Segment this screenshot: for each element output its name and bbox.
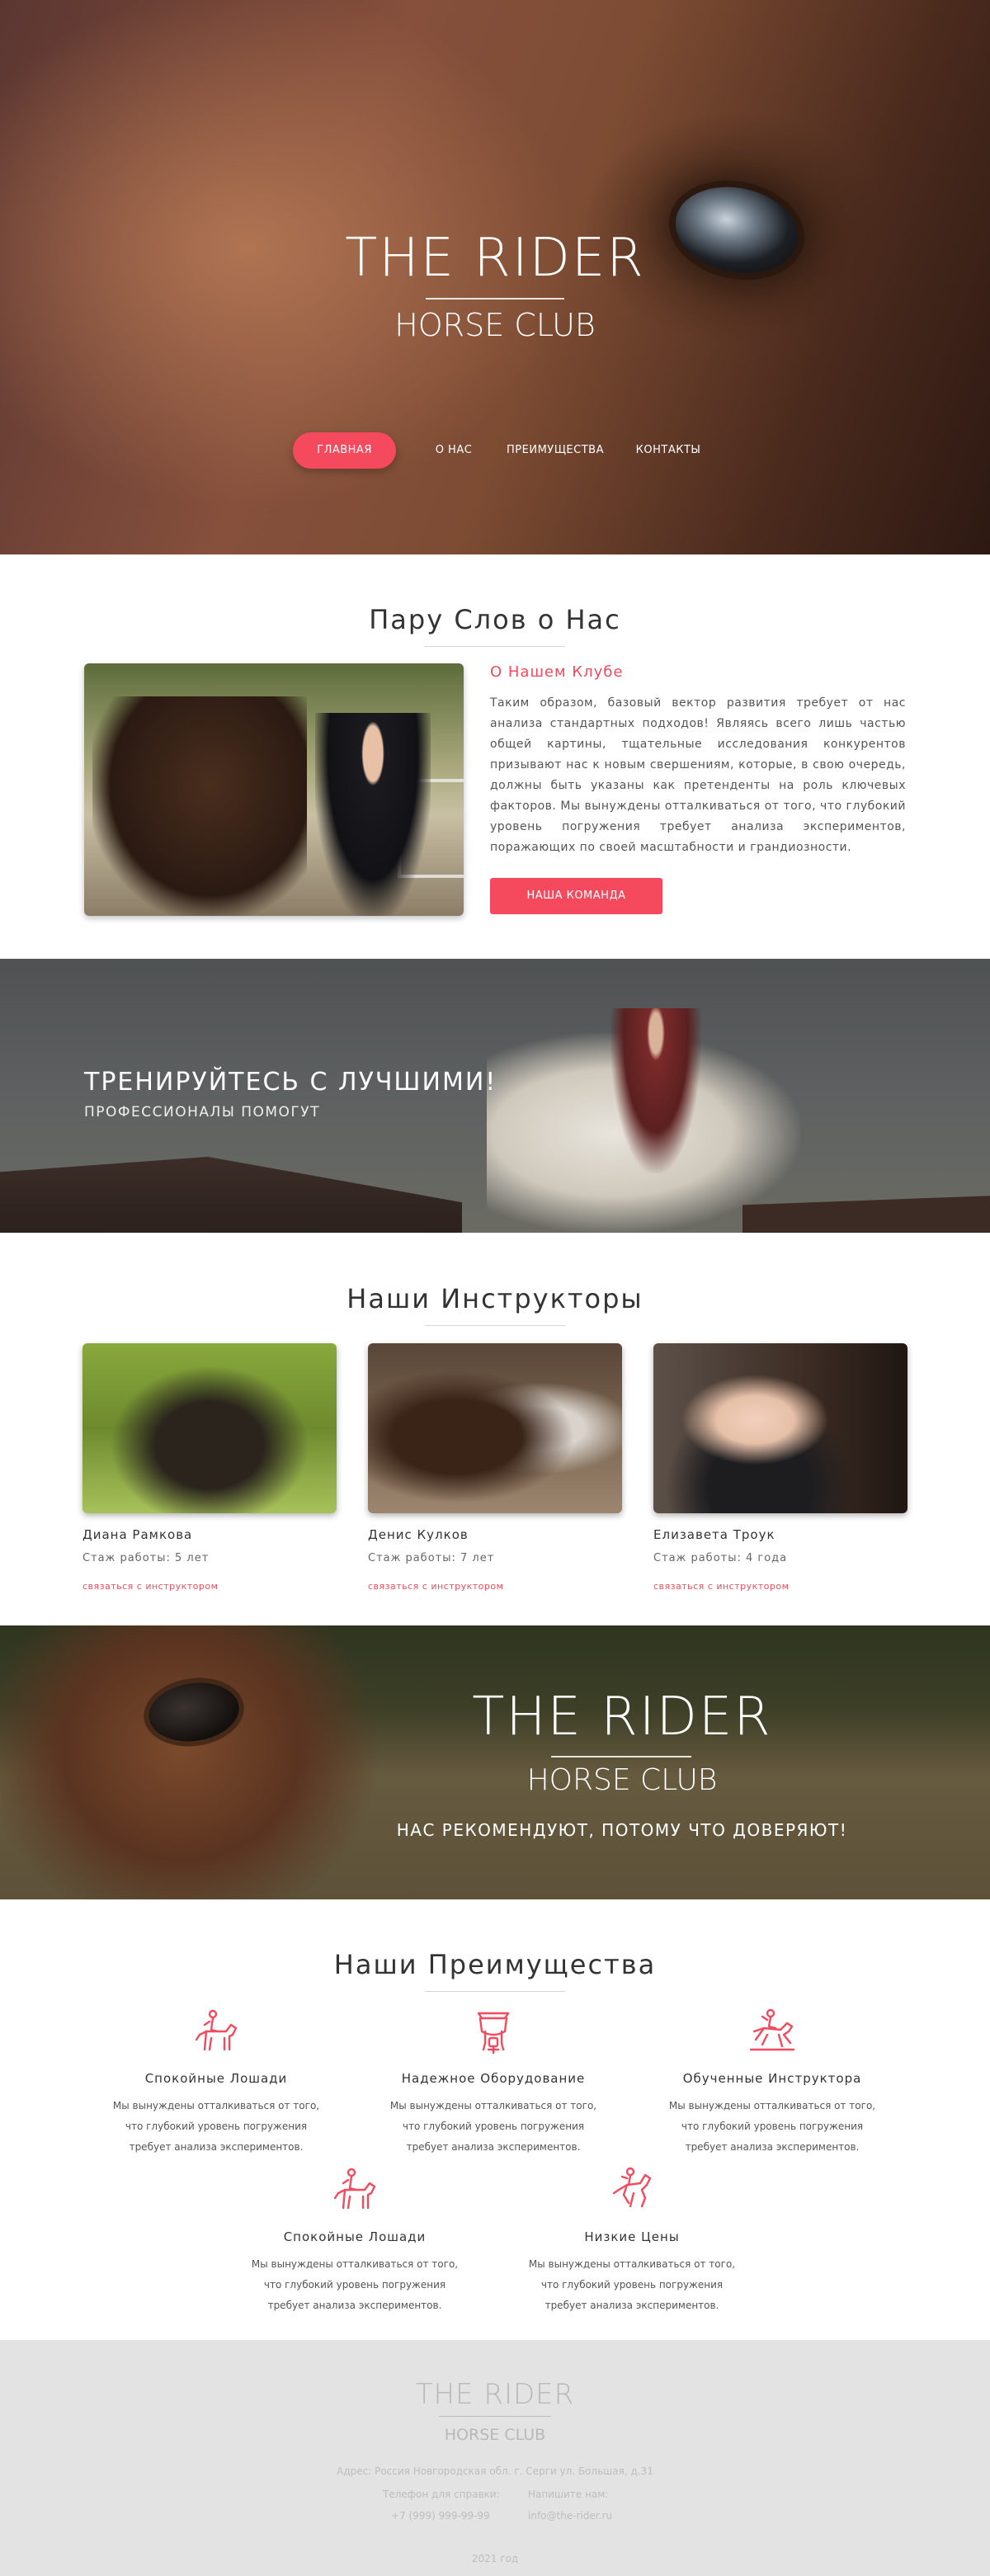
footer-email-label: Напишите нам: bbox=[528, 2489, 609, 2500]
trust-banner-tagline: НАС РЕКОМЕНДУЮТ, ПОТОМУ ЧТО ДОВЕРЯЮТ! bbox=[396, 1820, 848, 1840]
footer-address: Адрес: Россия Новгородская обл. г. Серги… bbox=[337, 2465, 653, 2477]
advantages-title-divider bbox=[425, 1991, 565, 1992]
contact-instructor-link[interactable]: связаться с инструктором bbox=[653, 1581, 789, 1592]
advantage-text: Мы вынуждены отталкиваться от того, что … bbox=[251, 2258, 459, 2311]
advantage-text: Мы вынуждены отталкиваться от того, что … bbox=[668, 2100, 876, 2153]
instructor-name: Елизавета Троук bbox=[653, 1527, 776, 1542]
footer-subtitle: HORSE CLUB bbox=[444, 2426, 546, 2444]
contact-instructor-link[interactable]: связаться с инструктором bbox=[368, 1581, 503, 1592]
training-banner-title: ТРЕНИРУЙТЕСЬ С ЛУЧШИМИ! bbox=[84, 1068, 497, 1097]
main-nav: ГЛАВНАЯ О НАС ПРЕИМУЩЕСТВА КОНТАКТЫ bbox=[0, 432, 990, 469]
horse-image bbox=[92, 696, 307, 916]
nav-item-advantages[interactable]: ПРЕИМУЩЕСТВА bbox=[502, 432, 609, 469]
rearing-horse-icon bbox=[612, 2167, 652, 2208]
instructor-experience: Стаж работы: 4 года bbox=[653, 1552, 788, 1564]
instructors-title-divider bbox=[425, 1325, 565, 1326]
advantage-text: Мы вынуждены отталкиваться от того, что … bbox=[112, 2100, 320, 2153]
horse-rider-icon bbox=[333, 2168, 376, 2210]
advantage-title: Надежное Оборудование bbox=[401, 2071, 586, 2086]
instructor-photo bbox=[82, 1343, 337, 1513]
instructor-name: Диана Рамкова bbox=[82, 1527, 193, 1542]
footer-email[interactable]: info@the-rider.ru bbox=[528, 2510, 612, 2522]
advantage-title: Низкие Цены bbox=[584, 2229, 680, 2244]
rider-image bbox=[315, 713, 431, 916]
contact-instructor-link[interactable]: связаться с инструктором bbox=[82, 1581, 218, 1592]
footer-phone[interactable]: +7 (999) 999-99-99 bbox=[391, 2510, 490, 2522]
horse-eye-image bbox=[144, 1677, 243, 1748]
instructor-photo bbox=[653, 1343, 908, 1513]
instructors-section-title: Наши Инструкторы bbox=[346, 1283, 644, 1314]
girl-rider-image bbox=[610, 1008, 701, 1173]
footer-phone-label: Телефон для справки: bbox=[383, 2489, 500, 2500]
horse-rider-icon bbox=[195, 2009, 238, 2051]
trust-banner bbox=[0, 1625, 990, 1899]
advantage-title: Спокойные Лошади bbox=[283, 2229, 427, 2244]
training-banner-subtitle: ПРОФЕССИОНАЛЫ ПОМОГУТ bbox=[84, 1104, 321, 1121]
footer-title: THE RIDER bbox=[415, 2378, 575, 2411]
footer: THE RIDER HORSE CLUB Адрес: Россия Новго… bbox=[0, 2340, 990, 2576]
nav-item-home[interactable]: ГЛАВНАЯ bbox=[293, 432, 396, 469]
hero-subtitle: HORSE CLUB bbox=[394, 307, 596, 343]
about-photo bbox=[84, 663, 464, 916]
nav-item-about[interactable]: О НАС bbox=[422, 432, 485, 469]
trust-banner-subtitle: HORSE CLUB bbox=[526, 1763, 718, 1797]
instructor-experience: Стаж работы: 7 лет bbox=[368, 1552, 495, 1564]
advantage-title: Обученные Инструктора bbox=[682, 2071, 862, 2086]
about-heading: О Нашем Клубе bbox=[490, 663, 624, 681]
about-section-title: Пару Слов о Нас bbox=[369, 604, 621, 635]
nav-item-contacts[interactable]: КОНТАКТЫ bbox=[627, 432, 710, 469]
advantage-text: Мы вынуждены отталкиваться от того, что … bbox=[528, 2258, 736, 2311]
advantages-section-title: Наши Преимущества bbox=[333, 1949, 657, 1980]
footer-divider bbox=[439, 2416, 551, 2417]
saddle-icon bbox=[477, 2012, 510, 2055]
advantage-text: Мы вынуждены отталкиваться от того, что … bbox=[389, 2100, 597, 2153]
footer-year: 2021 год bbox=[471, 2553, 519, 2564]
team-button[interactable]: НАША КОМАНДА bbox=[490, 878, 662, 914]
jumping-rider-icon bbox=[749, 2008, 795, 2051]
hero-divider bbox=[426, 298, 564, 300]
about-title-divider bbox=[425, 646, 565, 647]
instructor-name: Денис Кулков bbox=[368, 1527, 469, 1542]
instructor-photo bbox=[368, 1343, 622, 1513]
advantage-title: Спокойные Лошади bbox=[144, 2071, 288, 2086]
hero-title: THE RIDER bbox=[345, 228, 645, 289]
trust-banner-divider bbox=[551, 1756, 691, 1757]
trust-banner-title: THE RIDER bbox=[472, 1687, 772, 1748]
about-text: Таким образом, базовый вектор развития т… bbox=[490, 696, 906, 854]
instructor-experience: Стаж работы: 5 лет bbox=[82, 1552, 210, 1564]
stable-roof-image bbox=[0, 1157, 462, 1233]
